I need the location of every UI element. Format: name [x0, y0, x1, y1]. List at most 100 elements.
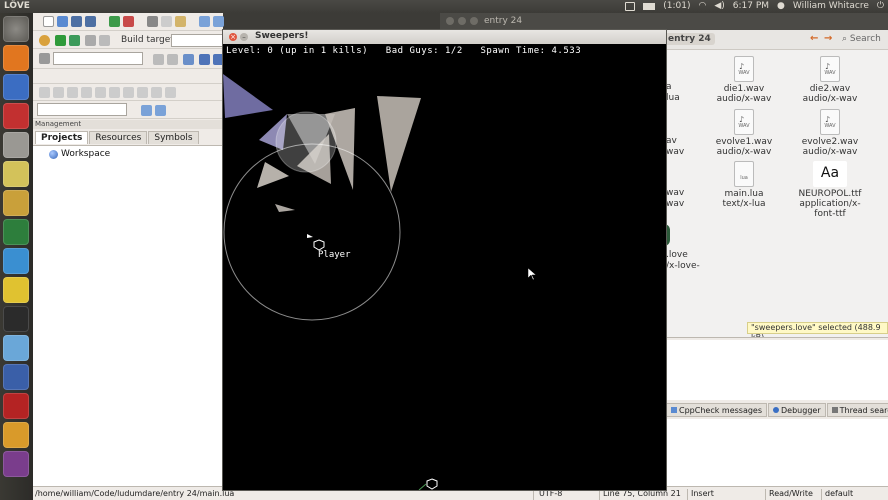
file-item[interactable]: ♪ WAV die2.wav audio/x-wav [790, 56, 870, 104]
game-window: × – Sweepers! Level: 0 (up in 1 kills) B… [222, 29, 667, 491]
back-arrow-icon[interactable]: ← [810, 34, 820, 44]
thunderbird-icon[interactable] [3, 364, 29, 390]
close-icon[interactable]: × [229, 33, 237, 41]
debug-toolbar [33, 83, 223, 101]
breadcrumb[interactable]: entry 24 [664, 33, 715, 45]
build-run-icon[interactable] [69, 35, 80, 46]
file-item[interactable]: Aa NEUROPOL.ttf application/x-font-ttf [790, 161, 870, 219]
pidgin-icon[interactable] [3, 190, 29, 216]
user-name[interactable]: William Whitacre [793, 1, 869, 11]
minimize-icon[interactable]: – [240, 33, 248, 41]
debug-icon-9[interactable] [151, 87, 162, 98]
debug-icon-5[interactable] [95, 87, 106, 98]
file-item[interactable]: lua main.lua text/x-lua [704, 161, 784, 209]
tab-symbols[interactable]: Symbols [148, 131, 199, 144]
mail-icon[interactable] [625, 1, 636, 11]
game-titlebar: × – Sweepers! [223, 30, 666, 44]
partial-label-3: av [666, 136, 677, 146]
debug-icon-4[interactable] [81, 87, 92, 98]
tab-debugger[interactable]: Debugger [768, 403, 826, 417]
abort-icon[interactable] [99, 35, 110, 46]
browser-icon[interactable] [3, 74, 29, 100]
wav-file-icon: ♪ WAV [734, 109, 754, 135]
build-target-select[interactable] [171, 34, 223, 47]
terminal-icon[interactable] [3, 306, 29, 332]
replace-icon[interactable] [213, 16, 224, 27]
code-completion-icon[interactable] [39, 53, 50, 64]
tab-resources[interactable]: Resources [89, 131, 148, 144]
symbol-find-icon[interactable] [155, 105, 166, 116]
search-label: Search [849, 34, 881, 44]
jump-forward-icon[interactable] [167, 54, 178, 65]
workspaces-icon[interactable] [3, 451, 29, 477]
save-all-icon[interactable] [85, 16, 96, 27]
font-file-icon: Aa [813, 161, 847, 187]
tree-item-workspace[interactable]: Workspace [49, 149, 110, 159]
workspace-switcher-icon[interactable] [3, 219, 29, 245]
desktop: LÖVE (1:01) ◠ ◀) 6:17 PM ● William Whita… [0, 0, 888, 500]
clock[interactable]: 6:17 PM [733, 1, 769, 11]
status-mode: Insert [691, 489, 714, 498]
search-toolbar [33, 49, 224, 69]
debug-icon-2[interactable] [53, 87, 64, 98]
status-separator [765, 489, 766, 500]
battery-icon[interactable] [643, 2, 656, 10]
dash-icon[interactable] [3, 16, 29, 42]
forward-arrow-icon[interactable]: → [824, 34, 834, 44]
power-icon[interactable]: ⏻ [877, 1, 884, 11]
main-toolbar [33, 13, 224, 31]
love-icon[interactable] [3, 335, 29, 361]
debug-icon-1[interactable] [39, 87, 50, 98]
install-icon[interactable] [3, 161, 29, 187]
find-icon[interactable] [199, 16, 210, 27]
files-icon[interactable] [3, 45, 29, 71]
help-icon[interactable] [3, 132, 29, 158]
settings-icon[interactable] [3, 103, 29, 129]
status-path: /home/william/Code/ludumdare/entry 24/ma… [35, 489, 235, 498]
run-icon[interactable] [55, 35, 66, 46]
symbol-select[interactable] [37, 103, 127, 116]
symbol-search-icon[interactable] [141, 105, 152, 116]
debug-icon-6[interactable] [109, 87, 120, 98]
tab-projects[interactable]: Projects [35, 131, 89, 144]
save-icon[interactable] [71, 16, 82, 27]
rebuild-icon[interactable] [85, 35, 96, 46]
cut-icon[interactable] [147, 16, 158, 27]
maximize-icon[interactable] [470, 17, 478, 25]
settings-gear-icon[interactable] [39, 35, 50, 46]
copy-icon[interactable] [161, 16, 172, 27]
minimize-icon[interactable] [458, 17, 466, 25]
tab-cppcheck[interactable]: CppCheck messages [666, 403, 768, 417]
jump-back-icon[interactable] [153, 54, 164, 65]
toggle-bookmark-icon[interactable] [199, 54, 210, 65]
workspace-label: Workspace [61, 149, 111, 159]
bookmark-icon[interactable] [183, 54, 194, 65]
scope-select[interactable] [53, 52, 143, 65]
management-tabs: Projects Resources Symbols [35, 131, 200, 144]
open-icon[interactable] [57, 16, 68, 27]
game-icon[interactable] [3, 422, 29, 448]
file-item[interactable]: ♪ WAV die1.wav audio/x-wav [704, 56, 784, 104]
chrome-icon[interactable] [3, 248, 29, 274]
wifi-icon[interactable]: ◠ [698, 1, 706, 11]
debug-icon-8[interactable] [137, 87, 148, 98]
filezilla-icon[interactable] [3, 393, 29, 419]
undo-icon[interactable] [109, 16, 120, 27]
redo-icon[interactable] [123, 16, 134, 27]
sweeper-cone [275, 204, 295, 212]
debug-icon-7[interactable] [123, 87, 134, 98]
volume-icon[interactable]: ◀) [714, 1, 724, 11]
file-item[interactable]: ♪ WAV evolve1.wav audio/x-wav [704, 109, 784, 157]
close-icon[interactable] [446, 17, 454, 25]
file-name: main.lua [724, 189, 764, 199]
search-button[interactable]: ⌕ Search [842, 34, 881, 44]
codeblocks-icon[interactable] [3, 277, 29, 303]
new-file-icon[interactable] [43, 16, 54, 27]
paste-icon[interactable] [175, 16, 186, 27]
file-item[interactable]: ♪ WAV evolve2.wav audio/x-wav [790, 109, 870, 157]
game-canvas[interactable] [223, 44, 666, 490]
tab-thread-search[interactable]: Thread searc [826, 403, 888, 417]
debug-icon-3[interactable] [67, 87, 78, 98]
file-name: die2.wav [809, 84, 851, 94]
debug-icon-10[interactable] [165, 87, 176, 98]
